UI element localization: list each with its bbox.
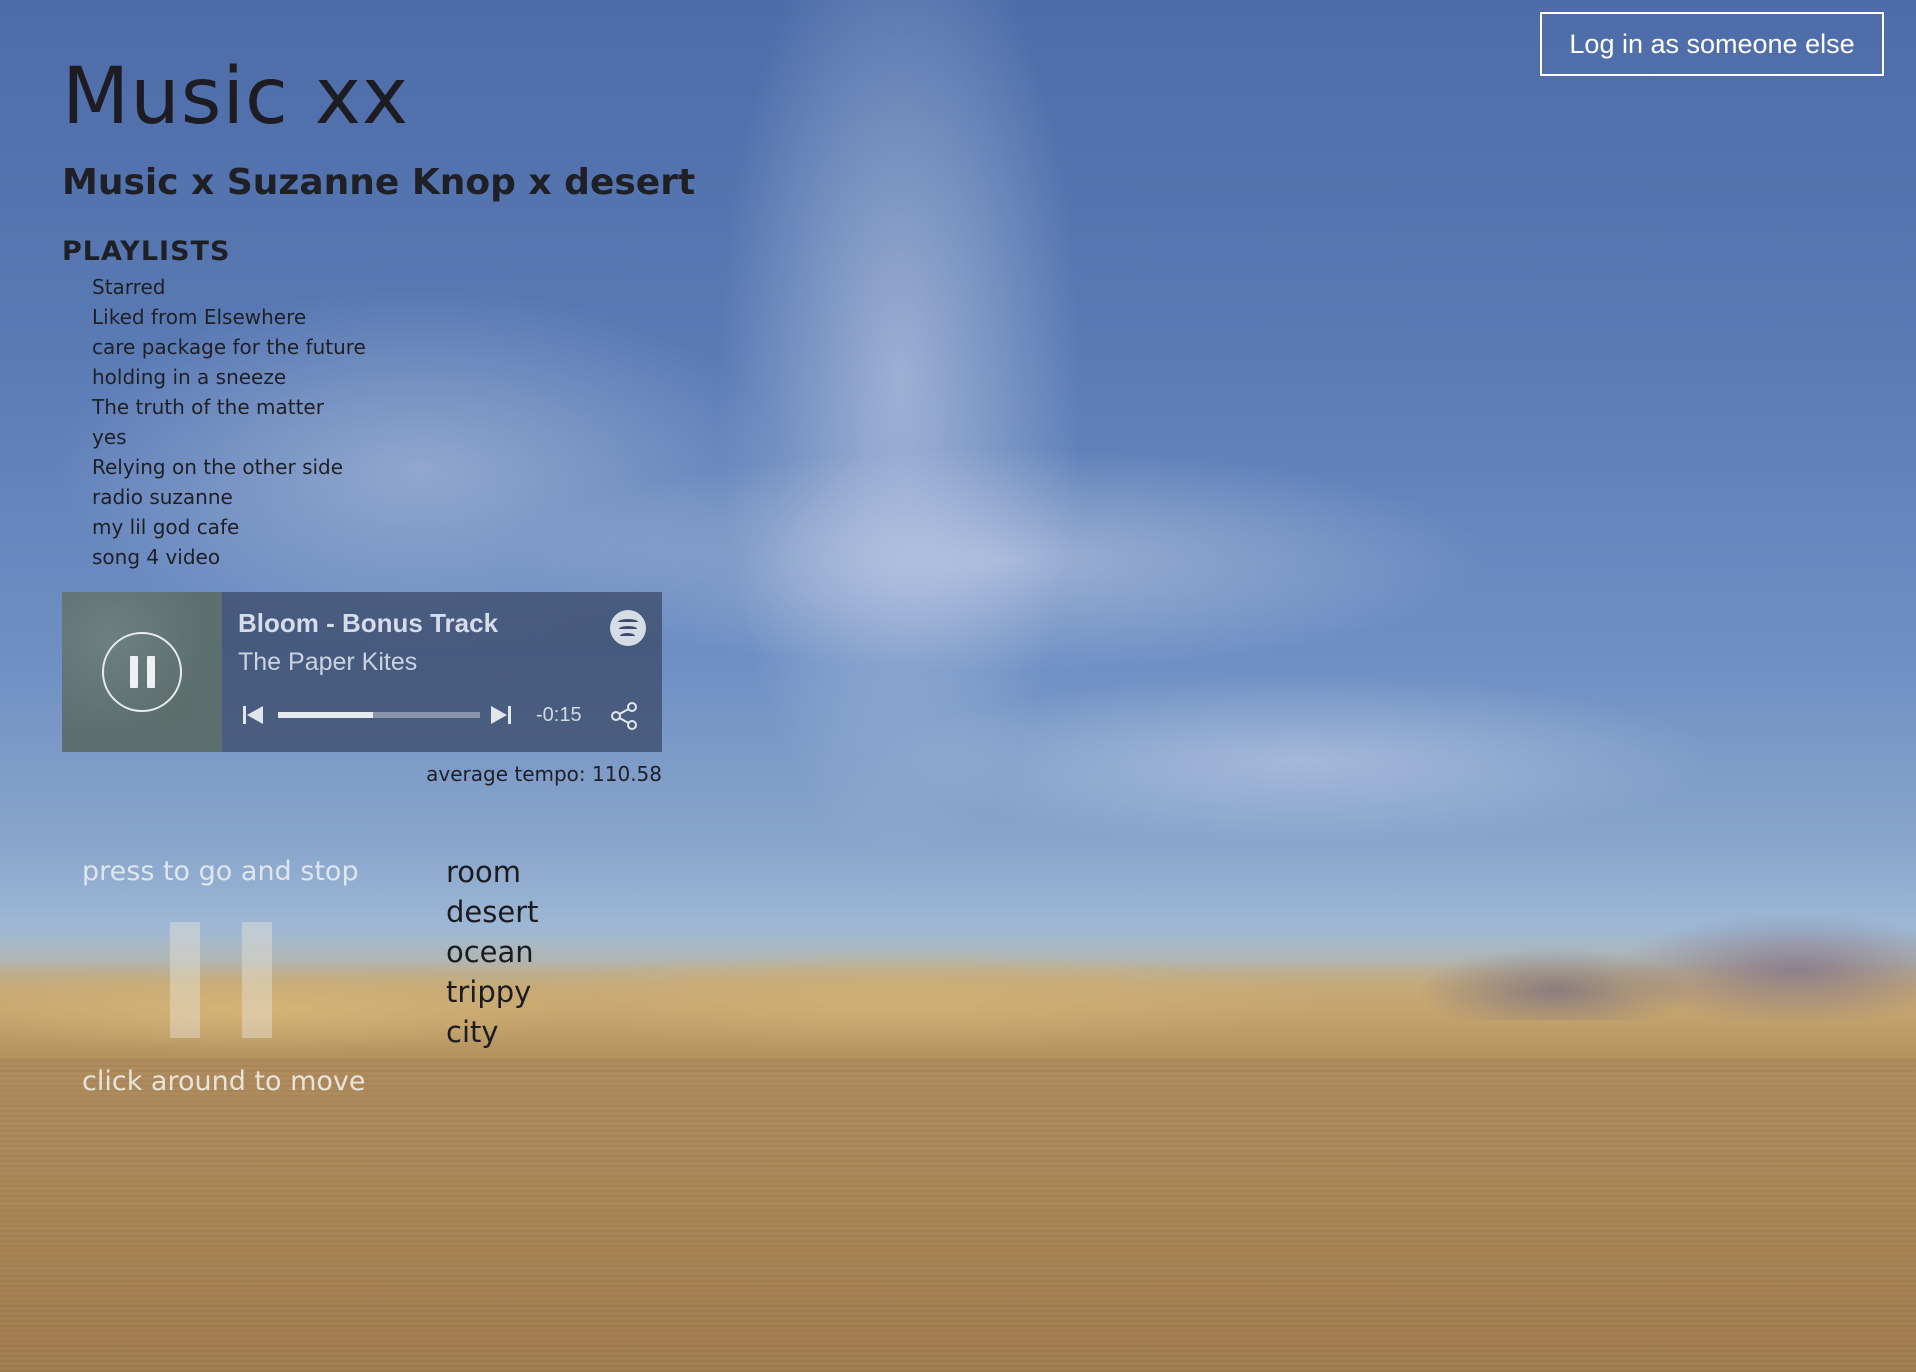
page-subtitle: Music x Suzanne Knop x desert xyxy=(62,162,696,203)
playlist-item-starred[interactable]: Starred xyxy=(92,272,366,302)
scene-trippy[interactable]: trippy xyxy=(446,972,539,1012)
pause-bar xyxy=(129,656,138,688)
press-hint: press to go and stop xyxy=(82,856,359,887)
playlist-item-yes[interactable]: yes xyxy=(92,422,366,452)
playlist-item-care-package[interactable]: care package for the future xyxy=(92,332,366,362)
progress-bar[interactable] xyxy=(278,712,480,718)
track-title[interactable]: Bloom - Bonus Track xyxy=(238,608,498,639)
pause-bar xyxy=(170,922,200,1038)
share-icon[interactable] xyxy=(608,700,640,732)
scene-room[interactable]: room xyxy=(446,852,539,892)
time-remaining: -0:15 xyxy=(536,704,582,726)
track-artist[interactable]: The Paper Kites xyxy=(238,648,417,677)
spotify-player: Bloom - Bonus Track The Paper Kites -0:1… xyxy=(62,592,662,752)
pause-icon xyxy=(102,632,182,712)
page-title: Music xx xyxy=(62,52,410,142)
playlists-heading: PLAYLISTS xyxy=(62,236,231,267)
spotify-icon[interactable] xyxy=(610,610,646,646)
move-hint: click around to move xyxy=(82,1066,366,1097)
progress-fill xyxy=(278,712,373,718)
scene-desert[interactable]: desert xyxy=(446,892,539,932)
pause-bar xyxy=(242,922,272,1038)
album-cover-pause-button[interactable] xyxy=(62,592,222,752)
scene-list: room desert ocean trippy city xyxy=(446,852,539,1052)
playlist-item-relying-on-the-other-side[interactable]: Relying on the other side xyxy=(92,452,366,482)
playlist-item-song-4-video[interactable]: song 4 video xyxy=(92,542,366,572)
playlist-item-my-lil-god-cafe[interactable]: my lil god cafe xyxy=(92,512,366,542)
playlist-item-radio-suzanne[interactable]: radio suzanne xyxy=(92,482,366,512)
player-info: Bloom - Bonus Track The Paper Kites -0:1… xyxy=(222,592,662,752)
playlist-item-truth-of-the-matter[interactable]: The truth of the matter xyxy=(92,392,366,422)
desert-ground[interactable] xyxy=(0,1058,1916,1372)
playlist-item-liked-from-elsewhere[interactable]: Liked from Elsewhere xyxy=(92,302,366,332)
next-track-icon[interactable] xyxy=(490,704,512,726)
previous-track-icon[interactable] xyxy=(242,704,264,726)
scene-city[interactable]: city xyxy=(446,1012,539,1052)
playlist-list: Starred Liked from Elsewhere care packag… xyxy=(92,272,366,572)
pause-bar xyxy=(146,656,155,688)
log-in-as-someone-else-button[interactable]: Log in as someone else xyxy=(1540,12,1884,76)
scene-ocean[interactable]: ocean xyxy=(446,932,539,972)
go-stop-pause-icon[interactable] xyxy=(170,922,272,1038)
distant-mountains xyxy=(1376,900,1916,1020)
average-tempo: average tempo: 110.58 xyxy=(426,762,662,786)
playlist-item-holding-in-a-sneeze[interactable]: holding in a sneeze xyxy=(92,362,366,392)
